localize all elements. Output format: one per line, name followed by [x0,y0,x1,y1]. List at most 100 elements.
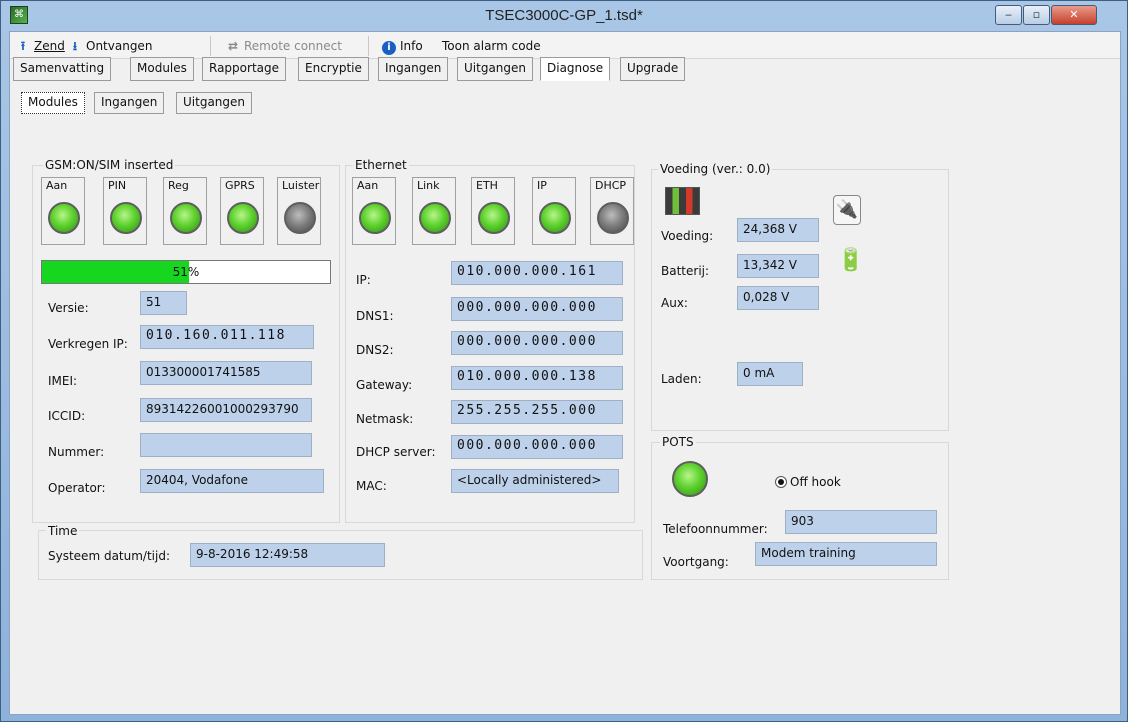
window-title: TSEC3000C-GP_1.tsd* [485,7,643,24]
ontvangen-label: Ontvangen [86,39,153,53]
subtab-label: Modules [28,95,78,109]
eth-led-aan: Aan [352,177,396,245]
close-button[interactable]: ✕ [1051,5,1097,25]
status-led-icon [227,202,259,234]
led-label: Aan [46,179,68,192]
led-label: Aan [357,179,379,192]
maximize-button[interactable]: ▫ [1023,5,1050,25]
status-led-icon [597,202,629,234]
tab-modules[interactable]: Modules [130,57,194,81]
info-icon: i [382,41,396,55]
tab-encryptie[interactable]: Encryptie [298,57,369,81]
dns2-field: 000.000.000.000 [451,331,623,355]
mac-label: MAC: [356,479,387,493]
batterij-field: 13,342 V [737,254,819,278]
systeem-datum-tijd-field: 9-8-2016 12:49:58 [190,543,385,567]
gsm-led-luister: Luister [277,177,321,245]
time-group-title: Time [46,524,80,538]
systeem-datum-tijd-label: Systeem datum/tijd: [48,549,170,563]
radio-selected-icon [775,476,787,488]
aux-label: Aux: [661,296,688,310]
toon-alarm-code-button[interactable]: Toon alarm code [442,37,541,55]
batterij-label: Batterij: [661,264,710,278]
dns1-field: 000.000.000.000 [451,297,623,321]
connect-icon: ⇄ [227,39,239,53]
title-bar[interactable]: ⌘ TSEC3000C-GP_1.tsd* ‒ ▫ ✕ [1,1,1127,31]
tab-label: Modules [137,61,187,75]
led-label: ETH [476,179,498,192]
status-led-icon [284,202,316,234]
dhcp-server-label: DHCP server: [356,445,436,459]
imei-label: IMEI: [48,374,78,388]
tab-diagnose[interactable]: Diagnose [540,57,611,81]
led-label: DHCP [595,179,627,192]
tab-upgrade[interactable]: Upgrade [620,57,686,81]
dns2-label: DNS2: [356,343,394,357]
eth-led-dhcp: DHCP [590,177,634,245]
voortgang-label: Voortgang: [663,555,729,569]
nummer-field [140,433,312,457]
battery-ok-icon: 🔋 [837,248,865,273]
info-label: Info [400,39,423,53]
toolbar-separator [368,36,369,56]
tab-uitgangen[interactable]: Uitgangen [457,57,534,81]
dhcp-server-field: 000.000.000.000 [451,435,623,459]
pots-status-led-icon [672,461,708,497]
status-led-icon [539,202,571,234]
eth-led-link: Link [412,177,456,245]
laden-field: 0 mA [737,362,803,386]
tab-rapportage[interactable]: Rapportage [202,57,286,81]
gsm-led-aan: Aan [41,177,85,245]
info-button[interactable]: i Info [382,37,423,55]
subtab-modules[interactable]: Modules [21,92,85,114]
status-led-icon [478,202,510,234]
tab-ingangen[interactable]: Ingangen [378,57,449,81]
gateway-label: Gateway: [356,378,413,392]
verkregen-ip-label: Verkregen IP: [48,337,128,351]
off-hook-label: Off hook [790,475,841,489]
minimize-button[interactable]: ‒ [995,5,1022,25]
voeding-field: 24,368 V [737,218,819,242]
status-led-icon [170,202,202,234]
toon-alarm-code-label: Toon alarm code [442,39,541,53]
tab-label: Diagnose [547,61,604,75]
nummer-label: Nummer: [48,445,105,459]
imei-field: 013300001741585 [140,361,312,385]
tab-samenvatting[interactable]: Samenvatting [13,57,112,81]
remote-connect-button[interactable]: ⇄ Remote connect [226,37,342,55]
netmask-label: Netmask: [356,412,414,426]
subtab-label: Ingangen [101,95,158,109]
power-supply-icon [665,187,700,215]
led-label: IP [537,179,547,192]
eth-led-ip: IP [532,177,576,245]
dns1-label: DNS1: [356,309,394,323]
netmask-field: 255.255.255.000 [451,400,623,424]
zend-button[interactable]: ⭱ Zend [16,37,65,55]
subtab-uitgangen[interactable]: Uitgangen [176,92,253,114]
zend-label: Zend [34,39,65,53]
ontvangen-button[interactable]: ⭳ Ontvangen [68,37,153,55]
versie-field: 51 [140,291,187,315]
gsm-signal-progress: 51% [41,260,331,284]
ethernet-group-title: Ethernet [353,158,409,172]
tab-label: Uitgangen [464,61,527,75]
gsm-led-reg: Reg [163,177,207,245]
ip-label: IP: [356,273,371,287]
subtab-ingangen[interactable]: Ingangen [94,92,165,114]
tab-label: Upgrade [627,61,679,75]
toolbar: ⭱ Zend ⭳ Ontvangen ⇄ Remote connect i Info T… [10,32,1120,59]
mac-field: <Locally administered> [451,469,619,493]
status-led-icon [110,202,142,234]
remote-connect-label: Remote connect [244,39,342,53]
gsm-group-title: GSM:ON/SIM inserted [43,158,176,172]
toolbar-separator [210,36,211,56]
status-led-icon [48,202,80,234]
iccid-field: 89314226001000293790 [140,398,312,422]
operator-label: Operator: [48,481,106,495]
off-hook-radio[interactable]: Off hook [775,475,841,489]
subtab-label: Uitgangen [183,95,246,109]
tab-label: Samenvatting [20,61,105,75]
iccid-label: ICCID: [48,409,86,423]
led-label: Reg [168,179,189,192]
ip-field: 010.000.000.161 [451,261,623,285]
